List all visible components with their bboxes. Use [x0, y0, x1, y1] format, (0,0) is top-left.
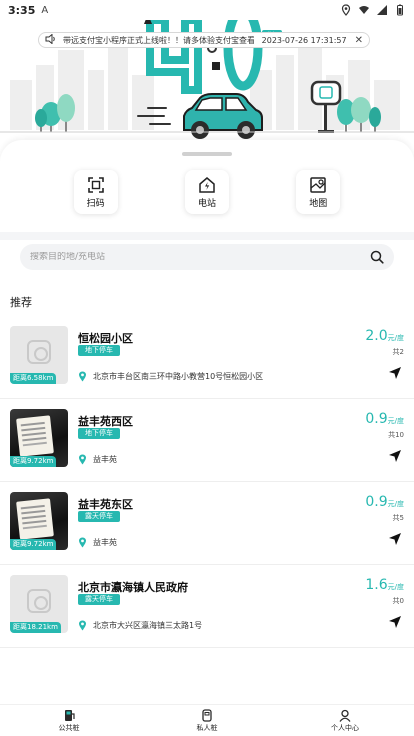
- charger-count: 共5: [392, 514, 404, 522]
- drag-handle[interactable]: [182, 152, 232, 156]
- station-thumbnail: 距离18.21km: [10, 575, 68, 633]
- status-time: 3:35: [8, 3, 36, 17]
- station-address: 北京市大兴区瀛海镇三太路1号: [78, 620, 202, 631]
- location-pin-icon: [79, 371, 86, 382]
- station-thumbnail: 距离9.72km: [10, 492, 68, 550]
- station-card[interactable]: 距离6.58km 恒松园小区 地下停车 2.0元/度 共2 北京市丰台区南三环中…: [0, 316, 414, 399]
- station-address: 益丰苑: [78, 454, 117, 465]
- status-bar: 3:35 A: [0, 0, 414, 20]
- distance-badge: 距离9.72km: [10, 539, 57, 550]
- station-address-text: 益丰苑: [93, 455, 117, 464]
- signal-icon: [377, 5, 387, 15]
- public-charger-icon: [65, 709, 75, 721]
- status-icons: [340, 4, 406, 16]
- wifi-icon: [359, 6, 369, 14]
- quick-action-scan-label: 扫码: [86, 198, 105, 209]
- recommend-title: 推荐: [10, 296, 32, 309]
- navigate-icon[interactable]: [388, 532, 402, 546]
- price-value: 0.9: [365, 494, 388, 510]
- charger-count: 共2: [392, 348, 404, 356]
- price-unit: 元/度: [387, 417, 404, 425]
- speaker-icon: [45, 32, 57, 47]
- price: 2.0元/度: [365, 328, 404, 344]
- quick-action-station-label: 电站: [197, 198, 216, 209]
- price-unit: 元/度: [387, 334, 404, 342]
- station-address-text: 益丰苑: [93, 538, 117, 547]
- location-pin-icon: [79, 620, 86, 631]
- quick-action-map-label: 地图: [309, 198, 328, 209]
- quick-action-station-box[interactable]: 电站: [184, 170, 229, 214]
- battery-icon: [397, 4, 403, 16]
- station-address: 北京市丰台区南三环中路小教营10号恒松园小区: [78, 371, 263, 382]
- distance-badge: 距离6.58km: [10, 373, 57, 384]
- notice-bar[interactable]: 带远支付宝小程序正式上线啦！！请多体验支付宝查看... 2023-07-26 1…: [38, 32, 370, 48]
- station-name: 恒松园小区: [78, 332, 133, 345]
- section-divider: [0, 232, 414, 240]
- distance-badge: 距离18.21km: [10, 622, 61, 633]
- navigate-icon[interactable]: [388, 366, 402, 380]
- station-thumbnail: 距离6.58km: [10, 326, 68, 384]
- banner-number-art: [144, 20, 263, 94]
- price-unit: 元/度: [387, 583, 404, 591]
- scan-icon: [87, 176, 104, 193]
- station-card[interactable]: 距离18.21km 北京市瀛海镇人民政府 露天停车 1.6元/度 共0 北京市大…: [0, 565, 414, 648]
- tab-private-charger[interactable]: 私人桩: [167, 705, 247, 736]
- station-address-text: 北京市丰台区南三环中路小教营10号恒松园小区: [93, 372, 264, 381]
- tab-public-charger-label: 公共桩: [58, 723, 80, 732]
- parking-tag: 地下停车: [78, 345, 120, 356]
- image-placeholder-icon: [27, 340, 51, 365]
- notice-date: 2023-07-26 17:31:57: [261, 35, 347, 45]
- hero-banner: 升级: [0, 20, 414, 150]
- navigate-icon[interactable]: [388, 449, 402, 463]
- price-unit: 元/度: [387, 500, 404, 508]
- tab-private-charger-label: 私人桩: [196, 723, 218, 732]
- charger-count: 共10: [388, 431, 404, 439]
- location-pin-icon: [79, 537, 86, 548]
- station-name: 益丰苑西区: [78, 415, 133, 428]
- station-photo: [16, 415, 54, 457]
- station-card[interactable]: 距离9.72km 益丰苑西区 地下停车 0.9元/度 共10 益丰苑: [0, 399, 414, 482]
- parking-tag: 地下停车: [78, 428, 120, 439]
- notice-text: 带远支付宝小程序正式上线啦！！请多体验支付宝查看...: [63, 35, 254, 45]
- price-value: 1.6: [365, 577, 388, 593]
- search-icon[interactable]: [370, 250, 384, 264]
- quick-action-scan-box[interactable]: 扫码: [73, 170, 118, 214]
- station-address-text: 北京市大兴区瀛海镇三太路1号: [93, 621, 203, 630]
- station-icon: [199, 176, 215, 193]
- tab-profile[interactable]: 个人中心: [305, 705, 385, 736]
- charger-count: 共0: [392, 597, 404, 605]
- map-icon: [310, 176, 327, 193]
- parking-tag: 露天停车: [78, 594, 120, 605]
- bottom-tab-bar: 公共桩 私人桩 个人中心: [0, 704, 414, 736]
- station-address: 益丰苑: [78, 537, 117, 548]
- image-placeholder-icon: [27, 589, 51, 614]
- location-pin-icon: [79, 454, 86, 465]
- price-value: 0.9: [365, 411, 388, 427]
- close-icon[interactable]: ✕: [355, 35, 363, 46]
- station-card[interactable]: 距离9.72km 益丰苑东区 露天停车 0.9元/度 共5 益丰苑: [0, 482, 414, 565]
- station-thumbnail: 距离9.72km: [10, 409, 68, 467]
- notification-indicator: A: [41, 4, 49, 16]
- main-sheet: 扫码 电站 地图 推荐 距离6.58km 恒松园小区: [0, 140, 414, 736]
- price: 1.6元/度: [365, 577, 404, 593]
- profile-icon: [339, 709, 351, 722]
- price-value: 2.0: [365, 328, 388, 344]
- private-charger-icon: [202, 708, 212, 722]
- station-name: 益丰苑东区: [78, 498, 133, 511]
- search-bar[interactable]: [20, 244, 394, 270]
- tab-profile-label: 个人中心: [331, 723, 359, 732]
- price: 0.9元/度: [365, 494, 404, 510]
- station-name: 北京市瀛海镇人民政府: [78, 581, 188, 594]
- search-input[interactable]: [30, 252, 370, 262]
- navigate-icon[interactable]: [388, 615, 402, 629]
- station-list: 距离6.58km 恒松园小区 地下停车 2.0元/度 共2 北京市丰台区南三环中…: [0, 316, 414, 648]
- location-icon: [341, 4, 351, 16]
- distance-badge: 距离9.72km: [10, 456, 57, 467]
- price: 0.9元/度: [365, 411, 404, 427]
- parking-tag: 露天停车: [78, 511, 120, 522]
- station-photo: [16, 498, 54, 540]
- quick-action-map-box[interactable]: 地图: [296, 170, 341, 214]
- tab-public-charger[interactable]: 公共桩: [29, 705, 109, 736]
